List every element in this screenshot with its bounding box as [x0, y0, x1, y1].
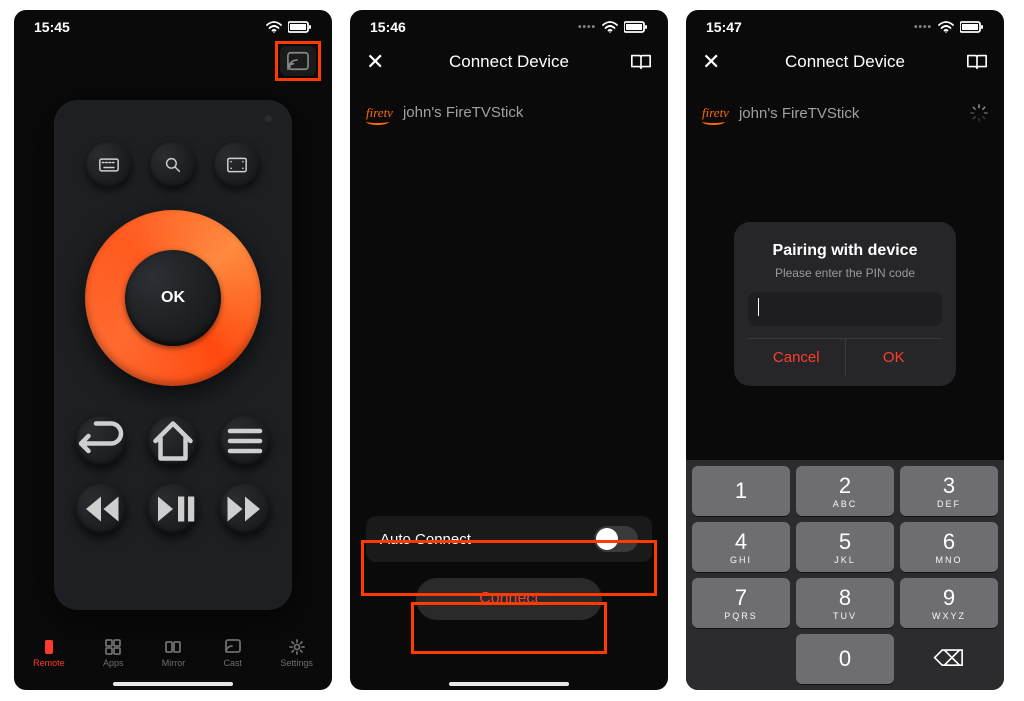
- keyboard-button[interactable]: [86, 142, 132, 188]
- page-title: Connect Device: [724, 52, 966, 72]
- play-pause-button[interactable]: [148, 484, 198, 534]
- tab-apps[interactable]: Apps: [103, 639, 124, 668]
- dialog-sub: Please enter the PIN code: [748, 266, 942, 280]
- wifi-icon: [602, 21, 618, 33]
- key-5[interactable]: 5JKL: [796, 522, 894, 572]
- remote-led: [265, 115, 272, 122]
- key-2[interactable]: 2ABC: [796, 466, 894, 516]
- screen-pairing: 15:47 •••• ✕ Connect Device firetv john'…: [686, 10, 1004, 690]
- key-9[interactable]: 9WXYZ: [900, 578, 998, 628]
- status-bar: 15:45: [14, 10, 332, 40]
- firetv-logo-icon: firetv: [702, 105, 729, 121]
- status-bar: 15:47 ••••: [686, 10, 1004, 40]
- home-indicator[interactable]: [113, 682, 233, 686]
- connect-button[interactable]: Connect: [416, 578, 602, 620]
- auto-connect-label: Auto Connect: [380, 531, 471, 548]
- key-1[interactable]: 1: [692, 466, 790, 516]
- key-8[interactable]: 8TUV: [796, 578, 894, 628]
- wifi-icon: [266, 21, 282, 33]
- dialog-cancel-button[interactable]: Cancel: [748, 339, 845, 376]
- screen-remote: 15:45 OK: [14, 10, 332, 690]
- wifi-icon: [938, 21, 954, 33]
- battery-icon: [960, 21, 984, 33]
- device-name: john's FireTVStick: [739, 105, 859, 122]
- key-0[interactable]: 0: [796, 634, 894, 684]
- loading-spinner-icon: [970, 104, 988, 122]
- search-button[interactable]: [150, 142, 196, 188]
- status-indicators: [266, 21, 312, 33]
- tab-label: Apps: [103, 658, 124, 668]
- home-button[interactable]: [148, 416, 198, 466]
- help-icon[interactable]: [966, 53, 988, 71]
- tab-cast[interactable]: Cast: [224, 639, 243, 668]
- tab-label: Settings: [280, 658, 313, 668]
- battery-icon: [288, 21, 312, 33]
- pairing-dialog: Pairing with device Please enter the PIN…: [734, 222, 956, 386]
- clock: 15:45: [34, 19, 70, 35]
- close-button[interactable]: ✕: [702, 51, 724, 73]
- auto-connect-toggle[interactable]: [594, 526, 638, 552]
- key-delete[interactable]: ⌫: [900, 634, 998, 684]
- tab-mirror[interactable]: Mirror: [162, 639, 186, 668]
- pin-input[interactable]: [748, 292, 942, 326]
- tab-remote[interactable]: Remote: [33, 639, 65, 668]
- status-indicators: ••••: [914, 21, 984, 33]
- tab-label: Mirror: [162, 658, 186, 668]
- device-list-item[interactable]: firetv john's FireTVStick: [686, 84, 1004, 142]
- back-button[interactable]: [76, 416, 126, 466]
- rewind-button[interactable]: [76, 484, 126, 534]
- forward-button[interactable]: [220, 484, 270, 534]
- remote-body: OK: [54, 100, 292, 610]
- status-indicators: ••••: [578, 21, 648, 33]
- dpad-ring[interactable]: OK: [85, 210, 261, 386]
- tab-settings[interactable]: Settings: [280, 639, 313, 668]
- cast-button[interactable]: [280, 46, 316, 76]
- help-icon[interactable]: [630, 53, 652, 71]
- device-name: john's FireTVStick: [403, 104, 523, 121]
- screen-connect: 15:46 •••• ✕ Connect Device firetv john'…: [350, 10, 668, 690]
- device-list-item[interactable]: firetv john's FireTVStick: [350, 84, 668, 141]
- aspect-button[interactable]: [214, 142, 260, 188]
- tab-label: Remote: [33, 658, 65, 668]
- key-3[interactable]: 3DEF: [900, 466, 998, 516]
- close-button[interactable]: ✕: [366, 51, 388, 73]
- ok-button[interactable]: OK: [125, 250, 221, 346]
- tab-bar: Remote Apps Mirror Cast Settings: [14, 628, 332, 678]
- key-7[interactable]: 7PQRS: [692, 578, 790, 628]
- tab-label: Cast: [224, 658, 243, 668]
- clock: 15:46: [370, 19, 406, 35]
- number-keypad: 12ABC3DEF 4GHI5JKL6MNO 7PQRS8TUV9WXYZ0⌫: [686, 460, 1004, 690]
- dialog-heading: Pairing with device: [748, 242, 942, 260]
- page-title: Connect Device: [388, 52, 630, 72]
- auto-connect-row: Auto Connect: [366, 516, 652, 562]
- firetv-logo-icon: firetv: [366, 105, 393, 121]
- key-6[interactable]: 6MNO: [900, 522, 998, 572]
- battery-icon: [624, 21, 648, 33]
- menu-button[interactable]: [220, 416, 270, 466]
- clock: 15:47: [706, 19, 742, 35]
- home-indicator[interactable]: [449, 682, 569, 686]
- key-4[interactable]: 4GHI: [692, 522, 790, 572]
- dialog-ok-button[interactable]: OK: [845, 339, 943, 376]
- status-bar: 15:46 ••••: [350, 10, 668, 40]
